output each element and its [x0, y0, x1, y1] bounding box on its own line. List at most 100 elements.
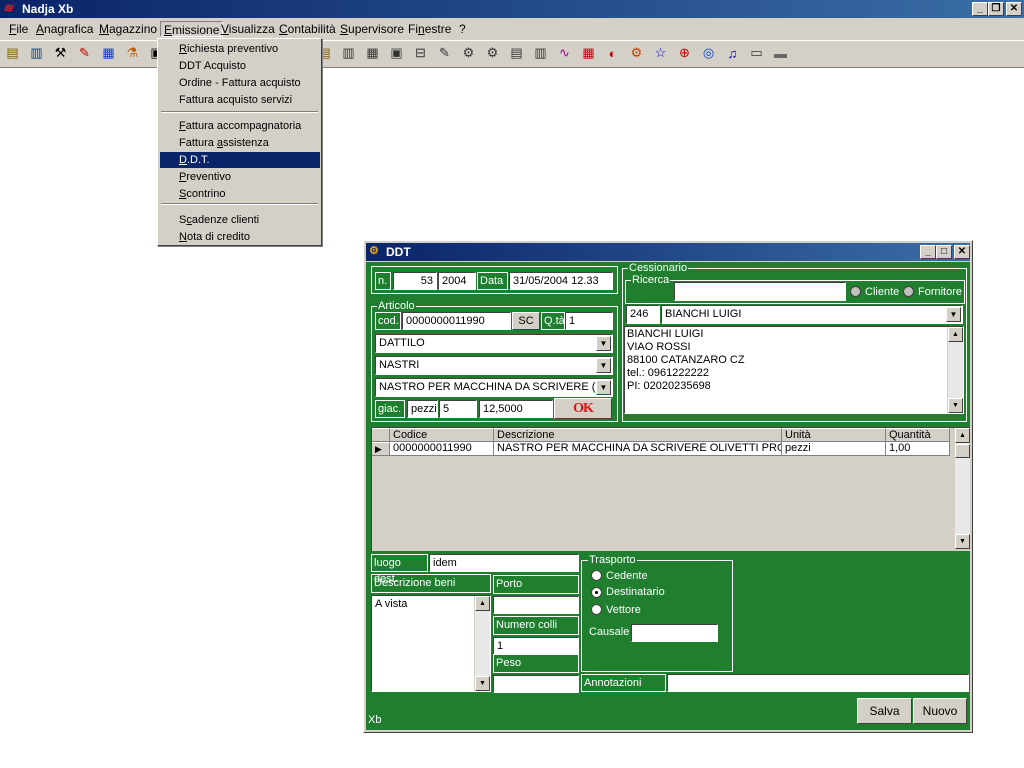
menu-item-fattura-acquisto-servizi[interactable]: Fattura acquisto servizi [160, 92, 320, 108]
number-field[interactable]: 53 [393, 272, 437, 290]
ddt-close-icon[interactable]: ✕ [954, 245, 970, 259]
ok-button[interactable]: OK [554, 398, 612, 419]
toolbar-icon-28[interactable]: ▭ [746, 43, 767, 63]
toolbar-icon-16[interactable]: ⚙ [458, 43, 479, 63]
article-combo[interactable]: NASTRO PER MACCHINA DA SCRIVERE ( ▼ [375, 378, 613, 397]
toolbar-icon-19[interactable]: ▥ [530, 43, 551, 63]
toolbar-icon-25[interactable]: ⊕ [674, 43, 695, 63]
menu-item-d-d-t[interactable]: D.D.T. [160, 152, 320, 168]
nuovo-button[interactable]: Nuovo [913, 698, 967, 724]
toolbar-icon-26[interactable]: ◎ [698, 43, 719, 63]
cedente-radio[interactable] [591, 570, 602, 581]
toolbar-icon-1[interactable]: ▥ [26, 43, 47, 63]
menu-item-fattura-assistenza[interactable]: Fattura assistenza [160, 135, 320, 151]
grid-header-codice[interactable]: Codice [390, 428, 494, 442]
menu-item-preventivo[interactable]: Preventivo [160, 169, 320, 185]
toolbar-icon-27[interactable]: ♫ [722, 43, 743, 63]
menu-item-fattura-accompagnatoria[interactable]: Fattura accompagnatoria [160, 118, 320, 134]
ddt-maximize-icon[interactable]: □ [936, 245, 952, 259]
menu-magazzino[interactable]: Magazzino [96, 21, 160, 37]
toolbar-icon-17[interactable]: ⚙ [482, 43, 503, 63]
toolbar-icon-5[interactable]: ⚗ [122, 43, 143, 63]
toolbar-icon-29[interactable]: ▬ [770, 43, 791, 63]
year-field[interactable]: 2004 [438, 272, 476, 290]
menu-item-ordine-fattura-acquisto[interactable]: Ordine - Fattura acquisto [160, 75, 320, 91]
toolbar-icon-4[interactable]: ▦ [98, 43, 119, 63]
destinatario-radio[interactable] [591, 587, 602, 598]
ricerca-field[interactable] [674, 282, 846, 301]
grid-cell[interactable]: pezzi [782, 442, 886, 456]
descrizione-scrollbar[interactable]: ▲ ▼ [474, 596, 490, 691]
row-indicator-icon[interactable]: ▶ [372, 442, 390, 456]
chevron-down-icon[interactable]: ▼ [596, 358, 611, 373]
scroll-down-icon[interactable]: ▼ [955, 534, 970, 549]
client-name-combo[interactable]: BIANCHI LUIGI ▼ [661, 305, 963, 324]
qta-field[interactable]: 1 [565, 312, 613, 330]
category-combo[interactable]: DATTILO ▼ [375, 334, 613, 353]
scroll-up-icon[interactable]: ▲ [948, 327, 963, 342]
toolbar-icon-18[interactable]: ▤ [506, 43, 527, 63]
grid-header-unit[interactable]: Unità [782, 428, 886, 442]
numero-colli-field[interactable]: 1 [493, 637, 579, 655]
grid-header-descrizione[interactable]: Descrizione [494, 428, 782, 442]
menu-finestre[interactable]: Finestre [405, 21, 454, 37]
menu-supervisore[interactable]: Supervisore [337, 21, 407, 37]
address-box[interactable]: BIANCHI LUIGI VIAO ROSSI 88100 CATANZARO C… [624, 326, 964, 414]
chevron-down-icon[interactable]: ▼ [596, 380, 611, 395]
toolbar-icon-0[interactable]: ▤ [2, 43, 23, 63]
menu-contabilit[interactable]: Contabilità [276, 21, 339, 37]
peso-field[interactable] [493, 675, 579, 693]
address-scrollbar[interactable]: ▲ ▼ [947, 327, 963, 413]
descrizione-beni-field[interactable]: A vista ▲ ▼ [371, 595, 491, 692]
annotazioni-field[interactable] [667, 674, 969, 692]
menu-emissione[interactable]: Emissione [160, 21, 224, 37]
porto-field[interactable] [493, 596, 579, 614]
menu-file[interactable]: File [6, 21, 31, 37]
toolbar-icon-24[interactable]: ☆ [650, 43, 671, 63]
scroll-thumb[interactable] [955, 444, 970, 458]
client-code-field[interactable]: 246 [626, 305, 660, 324]
chevron-down-icon[interactable]: ▼ [596, 336, 611, 351]
cliente-radio[interactable] [850, 286, 861, 297]
scroll-up-icon[interactable]: ▲ [955, 428, 970, 443]
salva-button[interactable]: Salva [857, 698, 912, 724]
grid-scrollbar[interactable]: ▲ ▼ [954, 428, 970, 549]
ddt-minimize-icon[interactable]: _ [920, 245, 936, 259]
grid-cell[interactable]: 0000000011990 [390, 442, 494, 456]
toolbar-icon-11[interactable]: ▥ [338, 43, 359, 63]
close-icon[interactable]: ✕ [1006, 2, 1022, 16]
menu-[interactable]: ? [456, 21, 469, 37]
cod-field[interactable]: 0000000011990 [402, 312, 511, 330]
scroll-down-icon[interactable]: ▼ [475, 676, 490, 691]
toolbar-icon-15[interactable]: ✎ [434, 43, 455, 63]
fornitore-radio[interactable] [903, 286, 914, 297]
subcategory-combo[interactable]: NASTRI ▼ [375, 356, 613, 375]
menu-item-scadenze-clienti[interactable]: Scadenze clienti [160, 212, 320, 228]
toolbar-icon-14[interactable]: ⊟ [410, 43, 431, 63]
chevron-down-icon[interactable]: ▼ [946, 307, 961, 322]
toolbar-icon-22[interactable]: ◐ [602, 43, 623, 63]
toolbar-icon-21[interactable]: ▦ [578, 43, 599, 63]
toolbar-icon-20[interactable]: ∿ [554, 43, 575, 63]
menu-item-nota-di-credito[interactable]: Nota di credito [160, 229, 320, 245]
grid-header-quantit[interactable]: Quantità [886, 428, 950, 442]
causale-field[interactable] [631, 624, 718, 642]
menu-item-ddt-acquisto[interactable]: DDT Acquisto [160, 58, 320, 74]
grid-cell[interactable]: NASTRO PER MACCHINA DA SCRIVERE OLIVETTI… [494, 442, 782, 456]
grid-cell[interactable]: 1,00 [886, 442, 950, 456]
vettore-radio[interactable] [591, 604, 602, 615]
menu-visualizza[interactable]: Visualizza [218, 21, 278, 37]
toolbar-icon-3[interactable]: ✎ [74, 43, 95, 63]
scroll-down-icon[interactable]: ▼ [948, 398, 963, 413]
scroll-up-icon[interactable]: ▲ [475, 596, 490, 611]
toolbar-icon-12[interactable]: ▦ [362, 43, 383, 63]
toolbar-icon-2[interactable]: ⚒ [50, 43, 71, 63]
restore-icon[interactable]: ❐ [988, 2, 1004, 16]
items-grid[interactable]: Codice Descrizione Unità Quantità ▶ 00000000… [371, 427, 970, 551]
luogo-field[interactable]: idem [429, 554, 579, 572]
menu-item-richiesta-preventivo[interactable]: Richiesta preventivo [160, 41, 320, 57]
menu-item-scontrino[interactable]: Scontrino [160, 186, 320, 202]
toolbar-icon-23[interactable]: ⚙ [626, 43, 647, 63]
date-field[interactable]: 31/05/2004 12.33 [509, 272, 613, 290]
menu-anagrafica[interactable]: Anagrafica [33, 21, 96, 37]
